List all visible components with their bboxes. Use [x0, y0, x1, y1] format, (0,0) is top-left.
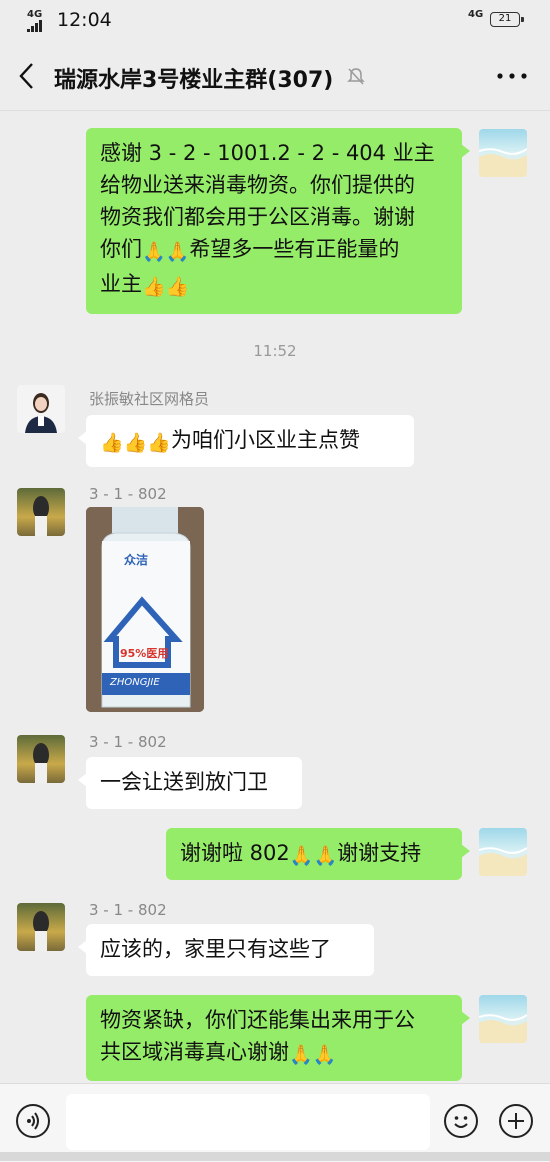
photo-message[interactable]: 众洁 95%医用 ZHONGJIE	[86, 507, 204, 712]
pray-emoji-icon: 🙏	[142, 241, 166, 263]
input-toolbar	[0, 1083, 550, 1162]
message-bubble[interactable]: 谢谢啦 802🙏🙏谢谢支持	[166, 828, 470, 880]
network-type-label: 4G	[27, 9, 43, 20]
smiley-icon	[454, 1116, 468, 1128]
battery-indicator: 21	[490, 12, 524, 27]
message-bubble[interactable]: 应该的，家里只有这些了	[78, 924, 374, 976]
pray-emoji-icon: 🙏	[312, 1044, 337, 1066]
field-avatar-image	[33, 743, 49, 783]
pray-emoji-icon: 🙏	[289, 1044, 313, 1066]
message-line: 业主👍👍	[100, 268, 448, 303]
sender-avatar[interactable]	[17, 488, 65, 536]
sender-name: 3 - 1 - 802	[89, 733, 167, 751]
my-avatar[interactable]	[479, 828, 527, 876]
pray-emoji-icon: 🙏	[289, 845, 314, 867]
field-avatar-image	[33, 496, 49, 536]
thumbs-up-emoji-icon: 👍	[147, 432, 172, 454]
voice-icon	[27, 1112, 39, 1130]
emoji-button[interactable]	[444, 1104, 478, 1138]
chevron-left-icon	[19, 63, 33, 89]
chat-title: 瑞源水岸3号楼业主群(307)	[54, 68, 334, 93]
message-bubble[interactable]: 物资紧缺，你们还能集出来用于公 共区域消毒真心谢谢🙏🙏	[86, 995, 470, 1081]
message-line: 物资紧缺，你们还能集出来用于公	[100, 1008, 415, 1032]
sender-avatar[interactable]	[17, 385, 65, 433]
beach-image	[479, 1014, 527, 1043]
message-bubble[interactable]: 感谢 3 - 2 - 1001.2 - 2 - 404 业主 给物业送来消毒物资…	[86, 128, 470, 314]
network-type-right: 4G	[468, 9, 484, 20]
status-bar: 4G 12:04 4G 21	[0, 0, 550, 42]
time-divider: 11:52	[253, 342, 297, 360]
message-line: 给物业送来消毒物资。你们提供的	[100, 173, 415, 197]
more-dots-icon	[497, 73, 527, 79]
thumbs-up-emoji-icon: 👍	[165, 276, 190, 298]
pray-emoji-icon: 🙏	[165, 241, 190, 263]
message-bubble[interactable]: 一会让送到放门卫	[78, 757, 302, 809]
message-input[interactable]	[66, 1094, 430, 1150]
message-line: 感谢 3 - 2 - 1001.2 - 2 - 404 业主	[100, 141, 435, 165]
bell-off-icon	[347, 68, 365, 85]
thumbs-up-emoji-icon: 👍	[100, 432, 124, 454]
sender-name: 张振敏社区网格员	[89, 390, 210, 408]
message-line: 你们🙏🙏希望多一些有正能量的	[100, 233, 448, 268]
thumbs-up-emoji-icon: 👍	[123, 432, 148, 454]
sender-name: 3 - 1 - 802	[89, 901, 167, 919]
bottle-label: 95%医用	[120, 647, 169, 660]
bottle-brand-en: ZHONGJIE	[110, 677, 160, 688]
more-functions-button[interactable]	[499, 1104, 533, 1138]
sender-avatar[interactable]	[17, 735, 65, 783]
my-avatar[interactable]	[479, 995, 527, 1043]
bottle-brand: 众洁	[124, 553, 149, 567]
chat-header: 瑞源水岸3号楼业主群(307)	[0, 42, 550, 111]
pray-emoji-icon: 🙏	[313, 845, 338, 867]
back-button[interactable]	[16, 60, 40, 92]
sender-avatar[interactable]	[17, 903, 65, 951]
beach-image	[479, 148, 527, 177]
beach-image	[479, 847, 527, 876]
person-avatar-image	[17, 385, 65, 433]
voice-input-button[interactable]	[16, 1104, 50, 1138]
signal-icon	[27, 20, 42, 32]
clock: 12:04	[57, 9, 112, 31]
sender-name: 3 - 1 - 802	[89, 485, 167, 503]
my-avatar[interactable]	[479, 129, 527, 177]
message-bubble[interactable]: 👍👍👍为咱们小区业主点赞	[78, 415, 414, 467]
more-button[interactable]	[494, 64, 530, 88]
message-line: 物资我们都会用于公区消毒。谢谢	[100, 205, 415, 229]
field-avatar-image	[33, 911, 49, 951]
message-line: 共区域消毒真心谢谢🙏🙏	[100, 1036, 448, 1071]
thumbs-up-emoji-icon: 👍	[142, 276, 166, 298]
navigation-bar	[0, 1152, 550, 1161]
